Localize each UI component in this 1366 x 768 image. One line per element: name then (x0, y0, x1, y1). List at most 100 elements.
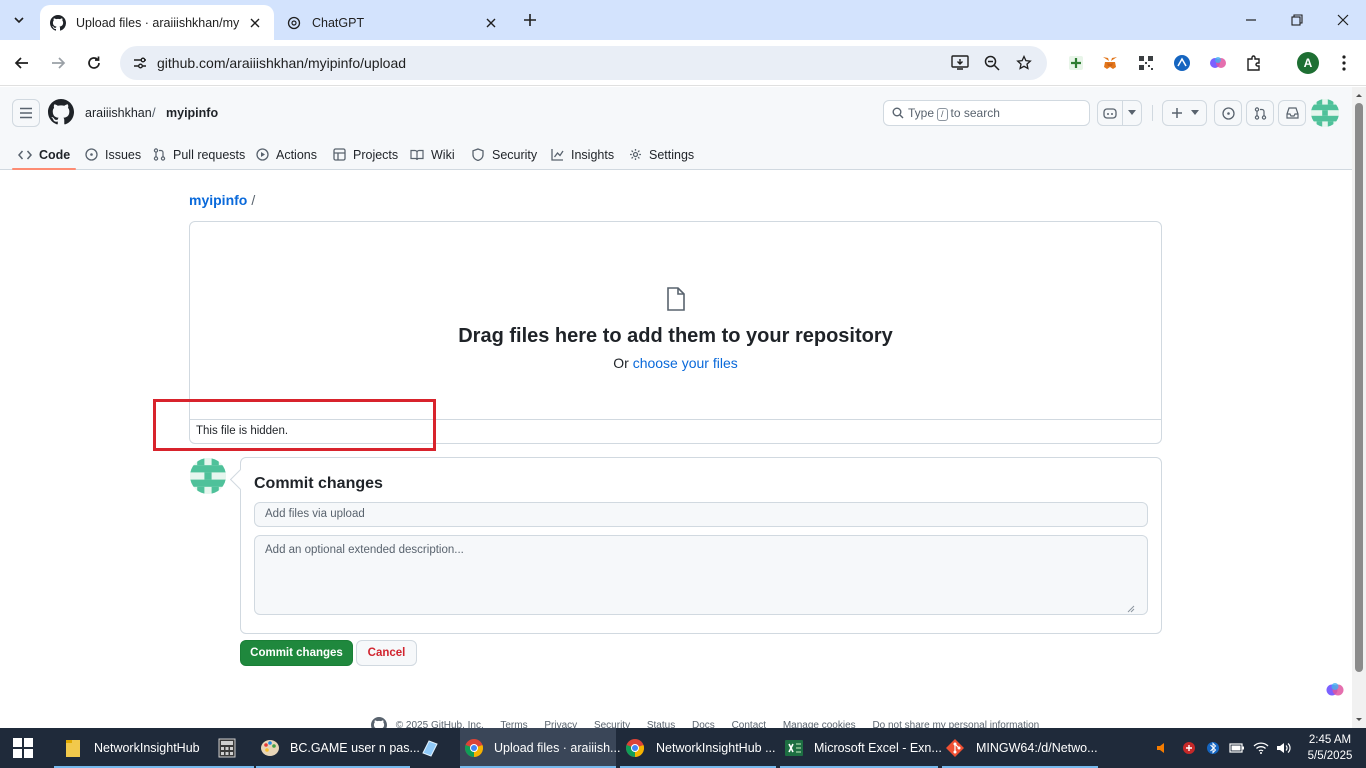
tab-search-button[interactable] (6, 8, 32, 32)
back-button[interactable] (8, 49, 36, 77)
footer-privacy-link[interactable]: Privacy (544, 720, 577, 728)
drop-zone-title: Drag files here to add them to your repo… (458, 325, 893, 347)
qr-code-icon[interactable] (1135, 52, 1157, 74)
browser-tab-github[interactable]: Upload files · araiiishkhan/myipinfo (40, 5, 274, 40)
taskbar-item-app[interactable] (420, 728, 448, 768)
hidden-file-notice: This file is hidden. (190, 419, 1161, 443)
taskbar-item-chrome-networkinsighthub[interactable]: NetworkInsightHub ... (620, 728, 776, 768)
volume-muted-icon[interactable] (1154, 739, 1172, 757)
address-bar[interactable]: github.com/araiiishkhan/myipinfo/upload (120, 46, 1047, 80)
footer-cookies-link[interactable]: Manage cookies (783, 720, 856, 728)
drop-zone-prefix: Or (613, 355, 629, 371)
extension-add-icon[interactable] (1065, 52, 1087, 74)
hamburger-menu-button[interactable] (12, 99, 40, 127)
tab-pull-requests[interactable]: Pull requests (152, 139, 245, 170)
extensions-puzzle-icon[interactable] (1243, 52, 1265, 74)
reload-button[interactable] (80, 49, 108, 77)
scroll-up-arrow-icon[interactable] (1352, 88, 1366, 102)
clock-time: 2:45 AM (1308, 734, 1352, 746)
commit-description-textarea[interactable]: Add an optional extended description... (254, 535, 1148, 615)
tab-wiki[interactable]: Wiki (410, 139, 455, 170)
commit-summary-input[interactable]: Add files via upload (254, 502, 1148, 527)
taskbar-item-git-bash[interactable]: MINGW64:/d/Netwo... (942, 728, 1098, 768)
battery-icon[interactable] (1228, 739, 1246, 757)
bluetooth-icon[interactable] (1204, 739, 1222, 757)
site-settings-icon[interactable] (132, 55, 148, 71)
kebab-menu-icon[interactable] (1333, 52, 1355, 74)
vpn-extension-icon[interactable] (1171, 52, 1193, 74)
github-icon (50, 14, 66, 31)
inbox-button[interactable] (1278, 100, 1306, 126)
taskbar-item-calculator[interactable] (218, 728, 246, 768)
url-text: github.com/araiiishkhan/myipinfo/upload (157, 55, 407, 71)
browser-toolbar: github.com/araiiishkhan/myipinfo/upload … (0, 40, 1366, 86)
breadcrumb-separator: / (251, 192, 256, 208)
github-logo-icon[interactable] (48, 99, 74, 125)
tab-issues[interactable]: Issues (84, 139, 141, 170)
wifi-icon[interactable] (1252, 739, 1270, 757)
browser-tab-chatgpt[interactable]: ChatGPT (276, 5, 510, 40)
user-avatar[interactable] (1311, 99, 1339, 127)
file-icon (667, 287, 685, 311)
upload-breadcrumb: myipinfo / (189, 192, 255, 208)
close-window-button[interactable] (1320, 0, 1366, 40)
issues-shortcut-button[interactable] (1214, 100, 1242, 126)
footer-security-link[interactable]: Security (594, 720, 630, 728)
pull-request-icon (1254, 106, 1266, 120)
restore-button[interactable] (1274, 0, 1320, 40)
excel-icon (784, 737, 804, 759)
speaker-icon[interactable] (1275, 739, 1293, 757)
tab-insights[interactable]: Insights (550, 139, 614, 170)
windows-start-icon[interactable] (12, 737, 34, 759)
create-new-button[interactable] (1162, 100, 1207, 126)
profile-avatar[interactable]: A (1297, 52, 1319, 74)
taskbar-clock[interactable]: 2:45 AM 5/5/2025 (1300, 732, 1360, 764)
forward-button[interactable] (44, 49, 72, 77)
new-tab-button[interactable] (518, 9, 542, 31)
copilot-icon (1103, 108, 1117, 119)
taskbar-item-excel[interactable]: Microsoft Excel - Exn... (780, 728, 942, 768)
install-app-icon[interactable] (950, 54, 970, 72)
tab-projects[interactable]: Projects (332, 139, 398, 170)
tab-actions[interactable]: Actions (255, 139, 317, 170)
metamask-icon[interactable] (1099, 52, 1121, 74)
taskbar-item-paint[interactable]: BC.GAME user n pas... (256, 728, 420, 768)
copilot-floating-icon[interactable] (1325, 680, 1345, 700)
chatgpt-icon (286, 15, 302, 31)
footer-status-link[interactable]: Status (647, 720, 675, 728)
repo-name-link[interactable]: myipinfo (166, 106, 218, 120)
scroll-down-arrow-icon[interactable] (1352, 713, 1366, 727)
footer-docs-link[interactable]: Docs (692, 720, 715, 728)
github-search-input[interactable]: Type / to search (883, 100, 1090, 126)
resize-handle-icon[interactable] (1127, 605, 1135, 613)
footer-terms-link[interactable]: Terms (500, 720, 527, 728)
tab-code[interactable]: Code (11, 139, 77, 170)
scrollbar-thumb[interactable] (1355, 103, 1363, 672)
cancel-button[interactable]: Cancel (356, 640, 417, 666)
bookmark-star-icon[interactable] (1014, 54, 1034, 72)
minimize-button[interactable] (1228, 0, 1274, 40)
taskbar-item-chrome-upload[interactable]: Upload files · araiiish... (460, 728, 620, 768)
file-drop-zone[interactable]: Drag files here to add them to your repo… (189, 221, 1162, 444)
identicon-icon (190, 458, 226, 494)
copilot-extension-icon[interactable] (1207, 52, 1229, 74)
calculator-icon (218, 737, 236, 759)
browser-tab-strip: Upload files · araiiishkhan/myipinfo Cha… (0, 0, 1366, 40)
close-icon[interactable] (246, 14, 264, 32)
pull-requests-shortcut-button[interactable] (1246, 100, 1274, 126)
security-tray-icon[interactable] (1180, 739, 1198, 757)
copilot-button[interactable] (1097, 100, 1142, 126)
close-icon[interactable] (482, 14, 500, 32)
breadcrumb-repo-link[interactable]: myipinfo (189, 192, 247, 208)
zoom-icon[interactable] (982, 54, 1002, 72)
tab-settings[interactable]: Settings (628, 139, 694, 170)
tab-title: ChatGPT (312, 15, 365, 30)
tab-security[interactable]: Security (471, 139, 537, 170)
repo-owner-link[interactable]: araiiishkhan (85, 106, 152, 120)
page-scrollbar[interactable] (1352, 87, 1366, 728)
tab-label: Wiki (431, 147, 455, 162)
choose-files-link[interactable]: choose your files (633, 355, 738, 371)
footer-privacy-choices-link[interactable]: Do not share my personal information (872, 720, 1039, 728)
commit-changes-button[interactable]: Commit changes (240, 640, 353, 666)
footer-contact-link[interactable]: Contact (732, 720, 766, 728)
